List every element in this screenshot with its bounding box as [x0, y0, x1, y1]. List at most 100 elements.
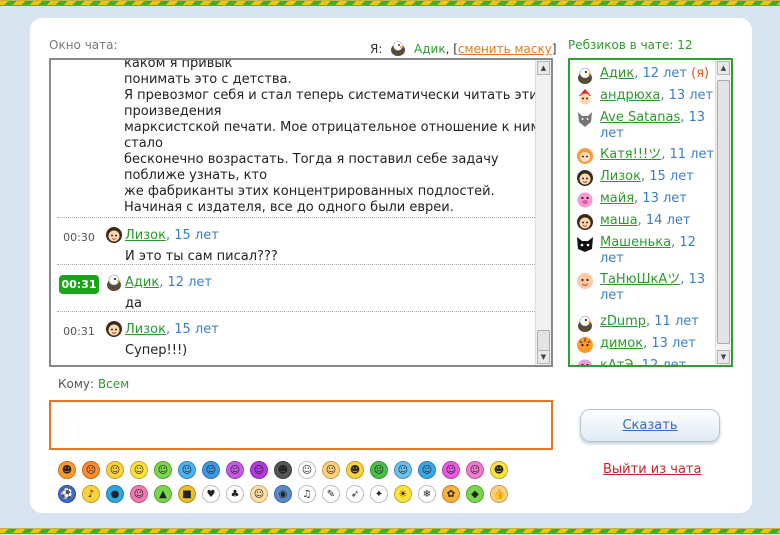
- eagle-avatar-icon: [576, 66, 594, 84]
- candy-icon[interactable]: ◆: [466, 485, 484, 503]
- globe-icon[interactable]: ●: [106, 485, 124, 503]
- snowflake-icon[interactable]: ❄: [418, 485, 436, 503]
- user-list-item[interactable]: майя, 13 лет: [576, 191, 715, 208]
- long-message-line: же фабриканты этих концентрированных под…: [124, 184, 495, 199]
- shock-smiley-icon[interactable]: ☹: [82, 461, 100, 479]
- user-list-item[interactable]: Лизок, 15 лет: [576, 169, 715, 186]
- user-list-item[interactable]: Адик, 12 лет (я): [576, 66, 715, 84]
- chat-messages-area: каком я привык понимать это с детства. Я п…: [51, 60, 535, 365]
- user-name-link[interactable]: zDump: [600, 314, 646, 329]
- author-name-link[interactable]: Лизок: [125, 322, 166, 337]
- say-button[interactable]: Сказать: [580, 409, 720, 442]
- thumbs-up-icon[interactable]: 👍: [490, 485, 508, 503]
- user-list-item[interactable]: Машенька, 12 лет: [576, 235, 715, 267]
- user-name-link[interactable]: Катя!!!ツ: [600, 147, 661, 162]
- cake-icon[interactable]: ▲: [154, 485, 172, 503]
- author-name-link[interactable]: Адик: [125, 275, 159, 290]
- balloons-icon[interactable]: ♣: [226, 485, 244, 503]
- to-value[interactable]: Всем: [98, 377, 129, 391]
- sun-cloud-icon[interactable]: ☀: [394, 485, 412, 503]
- author-age: , 15 лет: [165, 228, 219, 243]
- author-name-link[interactable]: Лизок: [125, 228, 166, 243]
- angry-green-smiley-icon[interactable]: ☹: [370, 461, 388, 479]
- flower-icon[interactable]: ✿: [442, 485, 460, 503]
- violet-smiley-icon[interactable]: ☺: [250, 461, 268, 479]
- pink-face-avatar-icon: [576, 272, 594, 290]
- blue-face-smiley-icon[interactable]: ☺: [394, 461, 412, 479]
- user-age: , 13 лет: [660, 88, 714, 103]
- chat-message: 00:31 Адик, 12 лет да: [57, 264, 535, 311]
- scroll-up-arrow-icon[interactable]: ▲: [537, 61, 550, 75]
- pig-avatar-icon: [576, 358, 594, 365]
- girl-icon[interactable]: ☺: [130, 485, 148, 503]
- wow-smiley-icon[interactable]: ☺: [106, 461, 124, 479]
- user-list-item[interactable]: маша, 14 лет: [576, 213, 715, 230]
- gift-icon[interactable]: ■: [178, 485, 196, 503]
- change-mask-link[interactable]: сменить маску: [458, 42, 552, 56]
- users-scroll-up-arrow-icon[interactable]: ▲: [717, 61, 730, 75]
- user-list-item[interactable]: zDump, 11 лет: [576, 314, 715, 332]
- users-scrollbar[interactable]: ▲ ▼: [715, 60, 731, 365]
- pink-smiley-icon[interactable]: ☺: [442, 461, 460, 479]
- user-list-item[interactable]: димок, 13 лет: [576, 336, 715, 354]
- eagle-avatar-icon: [105, 273, 123, 291]
- azure-smiley-icon[interactable]: ☺: [418, 461, 436, 479]
- user-name-link[interactable]: ТаНюШкАツ: [600, 272, 680, 287]
- user-name-link[interactable]: Адик: [600, 66, 634, 81]
- user-list-item[interactable]: Ave Satanas, 13 лет: [576, 110, 715, 142]
- blue-smiley-icon[interactable]: ☺: [178, 461, 196, 479]
- music-note-icon[interactable]: ♫: [298, 485, 316, 503]
- user-list-item[interactable]: ТаНюШкАツ, 13 лет: [576, 272, 715, 304]
- user-name-link[interactable]: Ave Satanas: [600, 110, 680, 125]
- sick-smiley-icon[interactable]: ☺: [154, 461, 172, 479]
- wink-blue-smiley-icon[interactable]: ☺: [202, 461, 220, 479]
- glasses-smiley-icon[interactable]: ☺: [298, 461, 316, 479]
- user-list-item[interactable]: кАтЭ, 12 лет: [576, 358, 715, 365]
- user-name-link[interactable]: Машенька: [600, 235, 671, 250]
- pencil-icon[interactable]: ✎: [322, 485, 340, 503]
- happy-pink-smiley-icon[interactable]: ☺: [466, 461, 484, 479]
- user-name-link[interactable]: димок: [600, 336, 643, 351]
- user-age: , 11 лет: [646, 314, 699, 329]
- scroll-down-arrow-icon[interactable]: ▼: [537, 350, 550, 364]
- me-marker: (я): [687, 66, 710, 81]
- user-name-link[interactable]: Лизок: [600, 169, 641, 184]
- user-name-link[interactable]: майя: [600, 191, 634, 206]
- dark-glasses-smiley-icon[interactable]: ☻: [490, 461, 508, 479]
- user-list-item[interactable]: Катя!!!ツ, 11 лет: [576, 147, 715, 164]
- author-age: , 15 лет: [165, 322, 219, 337]
- user-list-item[interactable]: андрюха, 13 лет: [576, 88, 715, 105]
- rocket-icon[interactable]: ➶: [346, 485, 364, 503]
- cool-smiley-icon[interactable]: ☻: [346, 461, 364, 479]
- users-list-panel[interactable]: Адик, 12 лет (я) андрюха, 13 лет Ave Satan…: [568, 58, 733, 367]
- disc-icon[interactable]: ◉: [274, 485, 292, 503]
- user-name-link[interactable]: андрюха: [600, 88, 660, 103]
- users-scroll-down-arrow-icon[interactable]: ▼: [717, 350, 730, 364]
- yellow-smiley-icon[interactable]: ☺: [130, 461, 148, 479]
- exit-chat-link[interactable]: Выйти из чата: [603, 462, 701, 477]
- chat-message: 00:31 Лизок, 15 лет Супер!!!): [57, 311, 535, 358]
- soccer-ball-icon[interactable]: ⚽: [58, 485, 76, 503]
- chat-scrollbar[interactable]: ▲ ▼: [535, 60, 551, 365]
- user-name-link[interactable]: кАтЭ: [600, 358, 633, 365]
- chat-window[interactable]: каком я привык понимать это с детства. Я п…: [49, 58, 553, 367]
- message-text: Супер!!!): [125, 343, 188, 358]
- hearts-icon[interactable]: ♥: [202, 485, 220, 503]
- grin-smiley-icon[interactable]: ☻: [58, 461, 76, 479]
- me-name: Адик: [414, 42, 446, 56]
- chat-scroll-thumb[interactable]: [537, 330, 550, 352]
- user-name-link[interactable]: маша: [600, 213, 638, 228]
- nerd-smiley-icon[interactable]: ☺: [322, 461, 340, 479]
- wolf-avatar-icon: [576, 110, 594, 128]
- duck-icon[interactable]: ♪: [82, 485, 100, 503]
- baby-icon[interactable]: ☺: [250, 485, 268, 503]
- message-input[interactable]: [49, 400, 553, 450]
- current-user-line: Я: Адик, [сменить маску]: [370, 40, 557, 56]
- sunglasses-smiley-icon[interactable]: ☻: [274, 461, 292, 479]
- bottom-decorative-stripe: [0, 528, 780, 534]
- comet-icon[interactable]: ✦: [370, 485, 388, 503]
- tiger-avatar-icon: [576, 336, 594, 354]
- purple-smiley-icon[interactable]: ☺: [226, 461, 244, 479]
- users-scroll-thumb[interactable]: [717, 80, 730, 344]
- long-message-text: каком я привык понимать это с детства. Я п…: [124, 60, 535, 216]
